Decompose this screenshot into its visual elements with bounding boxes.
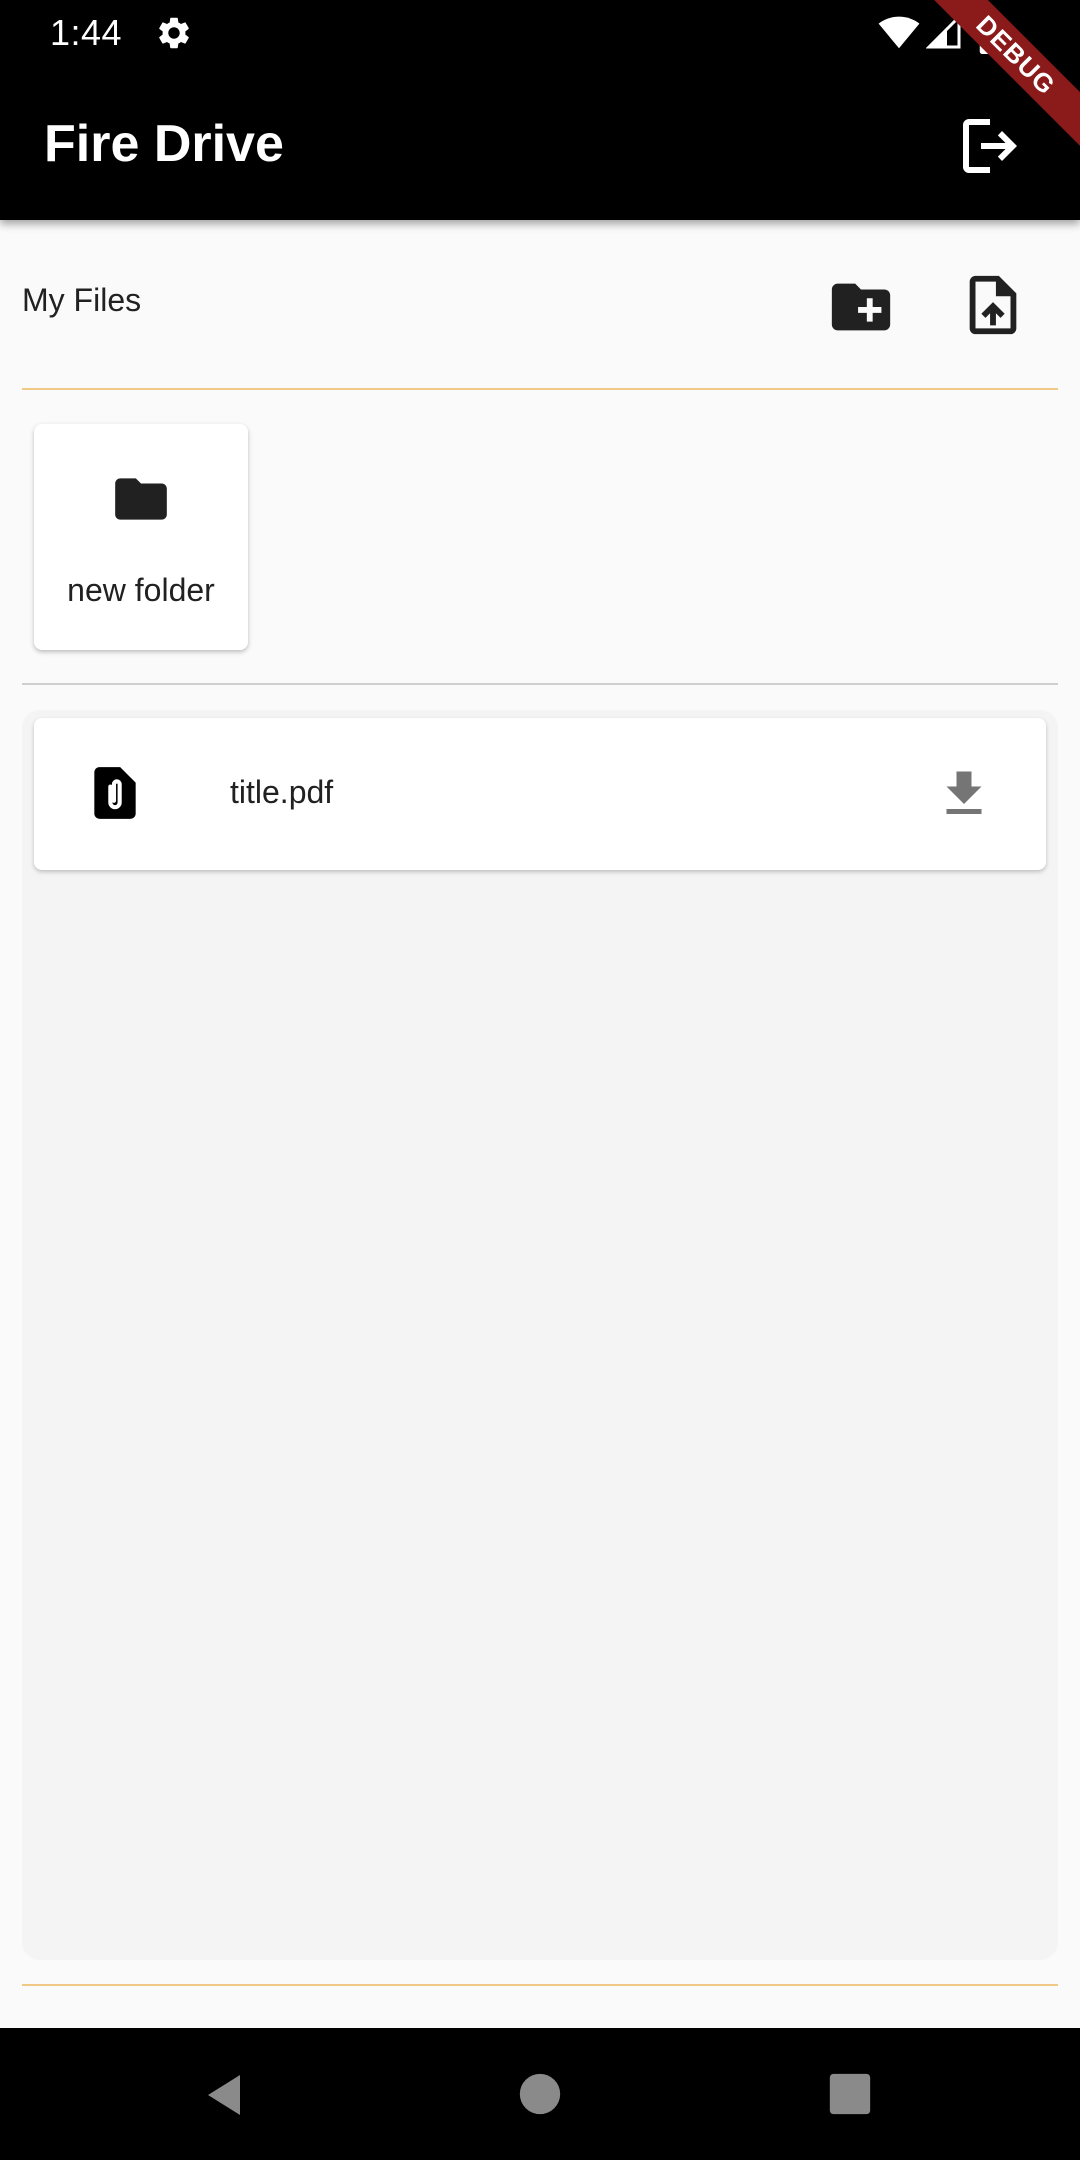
create-new-folder-icon[interactable] [826, 272, 896, 342]
header-divider [22, 388, 1058, 390]
status-time: 1:44 [50, 12, 123, 53]
file-attachment-icon [94, 767, 136, 819]
folder-name: new folder [67, 572, 215, 608]
recents-icon[interactable] [828, 2072, 872, 2116]
back-icon[interactable] [200, 2070, 248, 2120]
folder-card[interactable]: new folder [34, 424, 248, 650]
status-bar: 1:44 [0, 0, 1080, 66]
upload-file-icon[interactable] [958, 270, 1028, 340]
file-name: title.pdf [230, 774, 334, 810]
folder-icon [115, 478, 167, 520]
folders-divider [22, 683, 1058, 685]
battery-icon [979, 12, 1005, 54]
home-icon[interactable] [518, 2072, 562, 2116]
app-title: Fire Drive [44, 115, 284, 173]
gear-icon [159, 17, 189, 49]
file-row[interactable]: title.pdf [34, 718, 1046, 870]
logout-icon[interactable] [954, 110, 1026, 182]
download-icon[interactable] [934, 764, 994, 824]
app-bar: Fire Drive [0, 66, 1080, 220]
bottom-divider [22, 1984, 1058, 1986]
section-title: My Files [22, 282, 142, 318]
wifi-icon [878, 16, 920, 49]
nav-bar [0, 2028, 1080, 2160]
signal-icon [926, 14, 961, 49]
files-panel [22, 710, 1058, 1960]
